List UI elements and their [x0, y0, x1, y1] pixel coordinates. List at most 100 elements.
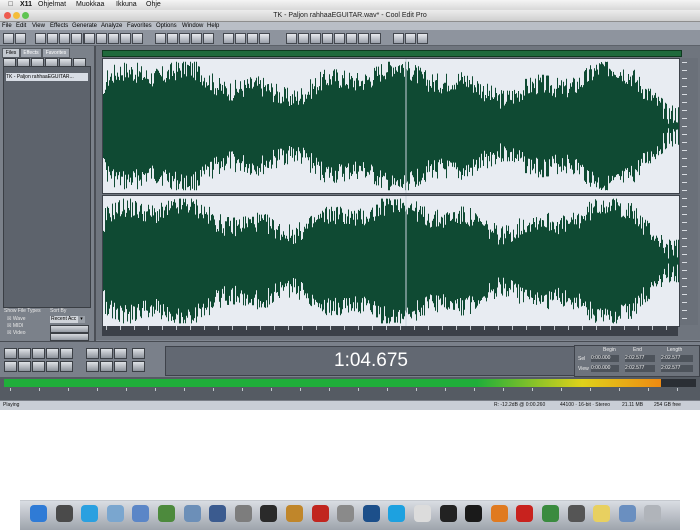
toolbar-button-31[interactable] [417, 33, 428, 44]
utilities-icon[interactable] [337, 505, 355, 522]
menu-generate[interactable]: Generate [72, 22, 97, 30]
toolbar-button-4[interactable] [59, 33, 70, 44]
trash-icon[interactable] [644, 505, 662, 522]
window-titlebar[interactable]: TK - Paljon rahhaaEGUITAR.wav* - Cool Ed… [0, 10, 700, 22]
toolbar-button-14[interactable] [179, 33, 190, 44]
toolbar-button-12[interactable] [155, 33, 166, 44]
file-list-item[interactable]: TK - Paljon rahhaaEGUITAR... [6, 73, 88, 81]
sel-end-field[interactable]: 2:02.577 [625, 355, 655, 362]
garageband-icon[interactable] [286, 505, 303, 522]
toolbar-button-19[interactable] [247, 33, 258, 44]
zoom-right-icon[interactable] [100, 361, 113, 372]
toolbar-button-21[interactable] [286, 33, 297, 44]
toolbar-button-13[interactable] [167, 33, 178, 44]
dashboard-icon[interactable] [55, 505, 73, 522]
toolbar-button-28[interactable] [370, 33, 381, 44]
finder-icon[interactable] [30, 505, 47, 522]
zoom-vertical-out-icon[interactable] [132, 361, 145, 372]
apple-icon[interactable]:  [8, 0, 13, 10]
toolbar-button-1[interactable] [15, 33, 26, 44]
sel-length-field[interactable]: 2:02.577 [661, 355, 693, 362]
overview-bar[interactable] [102, 50, 682, 57]
toolbar-button-16[interactable] [203, 33, 214, 44]
mail-icon[interactable] [106, 505, 124, 522]
preview-icon[interactable] [183, 505, 201, 522]
app-menu[interactable]: X11 [20, 0, 32, 10]
file-list[interactable]: TK - Paljon rahhaaEGUITAR... [3, 66, 91, 308]
toolbar-button-25[interactable] [334, 33, 345, 44]
toolbar-button-30[interactable] [405, 33, 416, 44]
menu-muokkaa[interactable]: Muokkaa [76, 0, 104, 10]
forward-end-icon[interactable] [46, 361, 59, 372]
iphoto-icon[interactable] [158, 505, 175, 522]
time-machine-icon[interactable] [209, 505, 227, 522]
fast-forward-icon[interactable] [32, 361, 45, 372]
opera-icon[interactable] [516, 505, 534, 522]
chrome-icon[interactable] [542, 505, 559, 522]
checkbox-midi[interactable]: ☒ MIDI [7, 323, 23, 330]
rewind-icon[interactable] [18, 361, 31, 372]
play-icon[interactable] [18, 348, 31, 359]
panel-button-2[interactable] [50, 333, 89, 341]
downloads-icon[interactable] [618, 505, 636, 522]
textedit-icon[interactable] [414, 505, 431, 522]
toolbar-button-27[interactable] [358, 33, 369, 44]
menu-view[interactable]: View [32, 22, 45, 30]
toolbar-button-9[interactable] [108, 33, 119, 44]
menu-window[interactable]: Window [182, 22, 203, 30]
panel-button-1[interactable] [50, 325, 89, 333]
console-icon[interactable] [567, 505, 585, 522]
tab-favorites[interactable]: Favorites [42, 48, 70, 58]
menu-help[interactable]: Help [207, 22, 219, 30]
view-end-field[interactable]: 2:02.577 [625, 365, 655, 372]
checkbox-video[interactable]: ☒ Video [7, 330, 26, 337]
toolbar-button-3[interactable] [47, 33, 58, 44]
zoom-in-full-icon[interactable] [86, 348, 99, 359]
zoom-selection-icon[interactable] [114, 361, 127, 372]
time-ruler[interactable] [102, 326, 678, 336]
toolbar-button-0[interactable] [3, 33, 14, 44]
menu-file[interactable]: File [2, 22, 12, 30]
toolbar-button-10[interactable] [120, 33, 131, 44]
zoom-out-icon[interactable] [114, 348, 127, 359]
stickies-icon[interactable] [593, 505, 611, 522]
toolbar-button-23[interactable] [310, 33, 321, 44]
toolbar-button-17[interactable] [223, 33, 234, 44]
tab-effects[interactable]: Effects [20, 48, 42, 58]
zoom-left-icon[interactable] [86, 361, 99, 372]
rewind-start-icon[interactable] [4, 361, 17, 372]
toolbar-button-29[interactable] [393, 33, 404, 44]
activity-monitor-icon[interactable] [260, 505, 278, 522]
toolbar-button-2[interactable] [35, 33, 46, 44]
play-looped-icon[interactable] [46, 348, 59, 359]
toolbar-button-15[interactable] [191, 33, 202, 44]
photoshop-icon[interactable] [362, 505, 380, 522]
menu-options[interactable]: Options [156, 22, 177, 30]
toolbar-button-7[interactable] [84, 33, 95, 44]
tab-files[interactable]: Files [2, 48, 20, 58]
menu-ohjelmat[interactable]: Ohjelmat [38, 0, 66, 10]
zoom-vertical-in-icon[interactable] [132, 348, 145, 359]
itunes-icon[interactable] [132, 505, 150, 522]
toolbar-button-5[interactable] [71, 33, 82, 44]
menu-edit[interactable]: Edit [16, 22, 26, 30]
checkbox-wave[interactable]: ☒ Wave [7, 316, 25, 323]
waveform-area[interactable] [96, 46, 700, 340]
pause-icon[interactable] [32, 348, 45, 359]
view-length-field[interactable]: 2:02.577 [661, 365, 693, 372]
skype-icon[interactable] [388, 505, 406, 522]
sel-begin-field[interactable]: 0:00.000 [591, 355, 619, 362]
x11-icon[interactable] [465, 505, 483, 522]
stop-icon[interactable] [4, 348, 17, 359]
terminal-icon[interactable] [439, 505, 457, 522]
toolbar-button-22[interactable] [298, 33, 309, 44]
menu-ohje[interactable]: Ohje [146, 0, 161, 10]
toolbar-button-18[interactable] [235, 33, 246, 44]
safari-icon[interactable] [81, 505, 99, 522]
toolbar-button-24[interactable] [322, 33, 333, 44]
zoom-in-icon[interactable] [100, 348, 113, 359]
view-begin-field[interactable]: 0:00.000 [591, 365, 619, 372]
menu-effects[interactable]: Effects [50, 22, 68, 30]
menu-favorites[interactable]: Favorites [127, 22, 152, 30]
waveform-right-channel[interactable] [102, 195, 680, 327]
